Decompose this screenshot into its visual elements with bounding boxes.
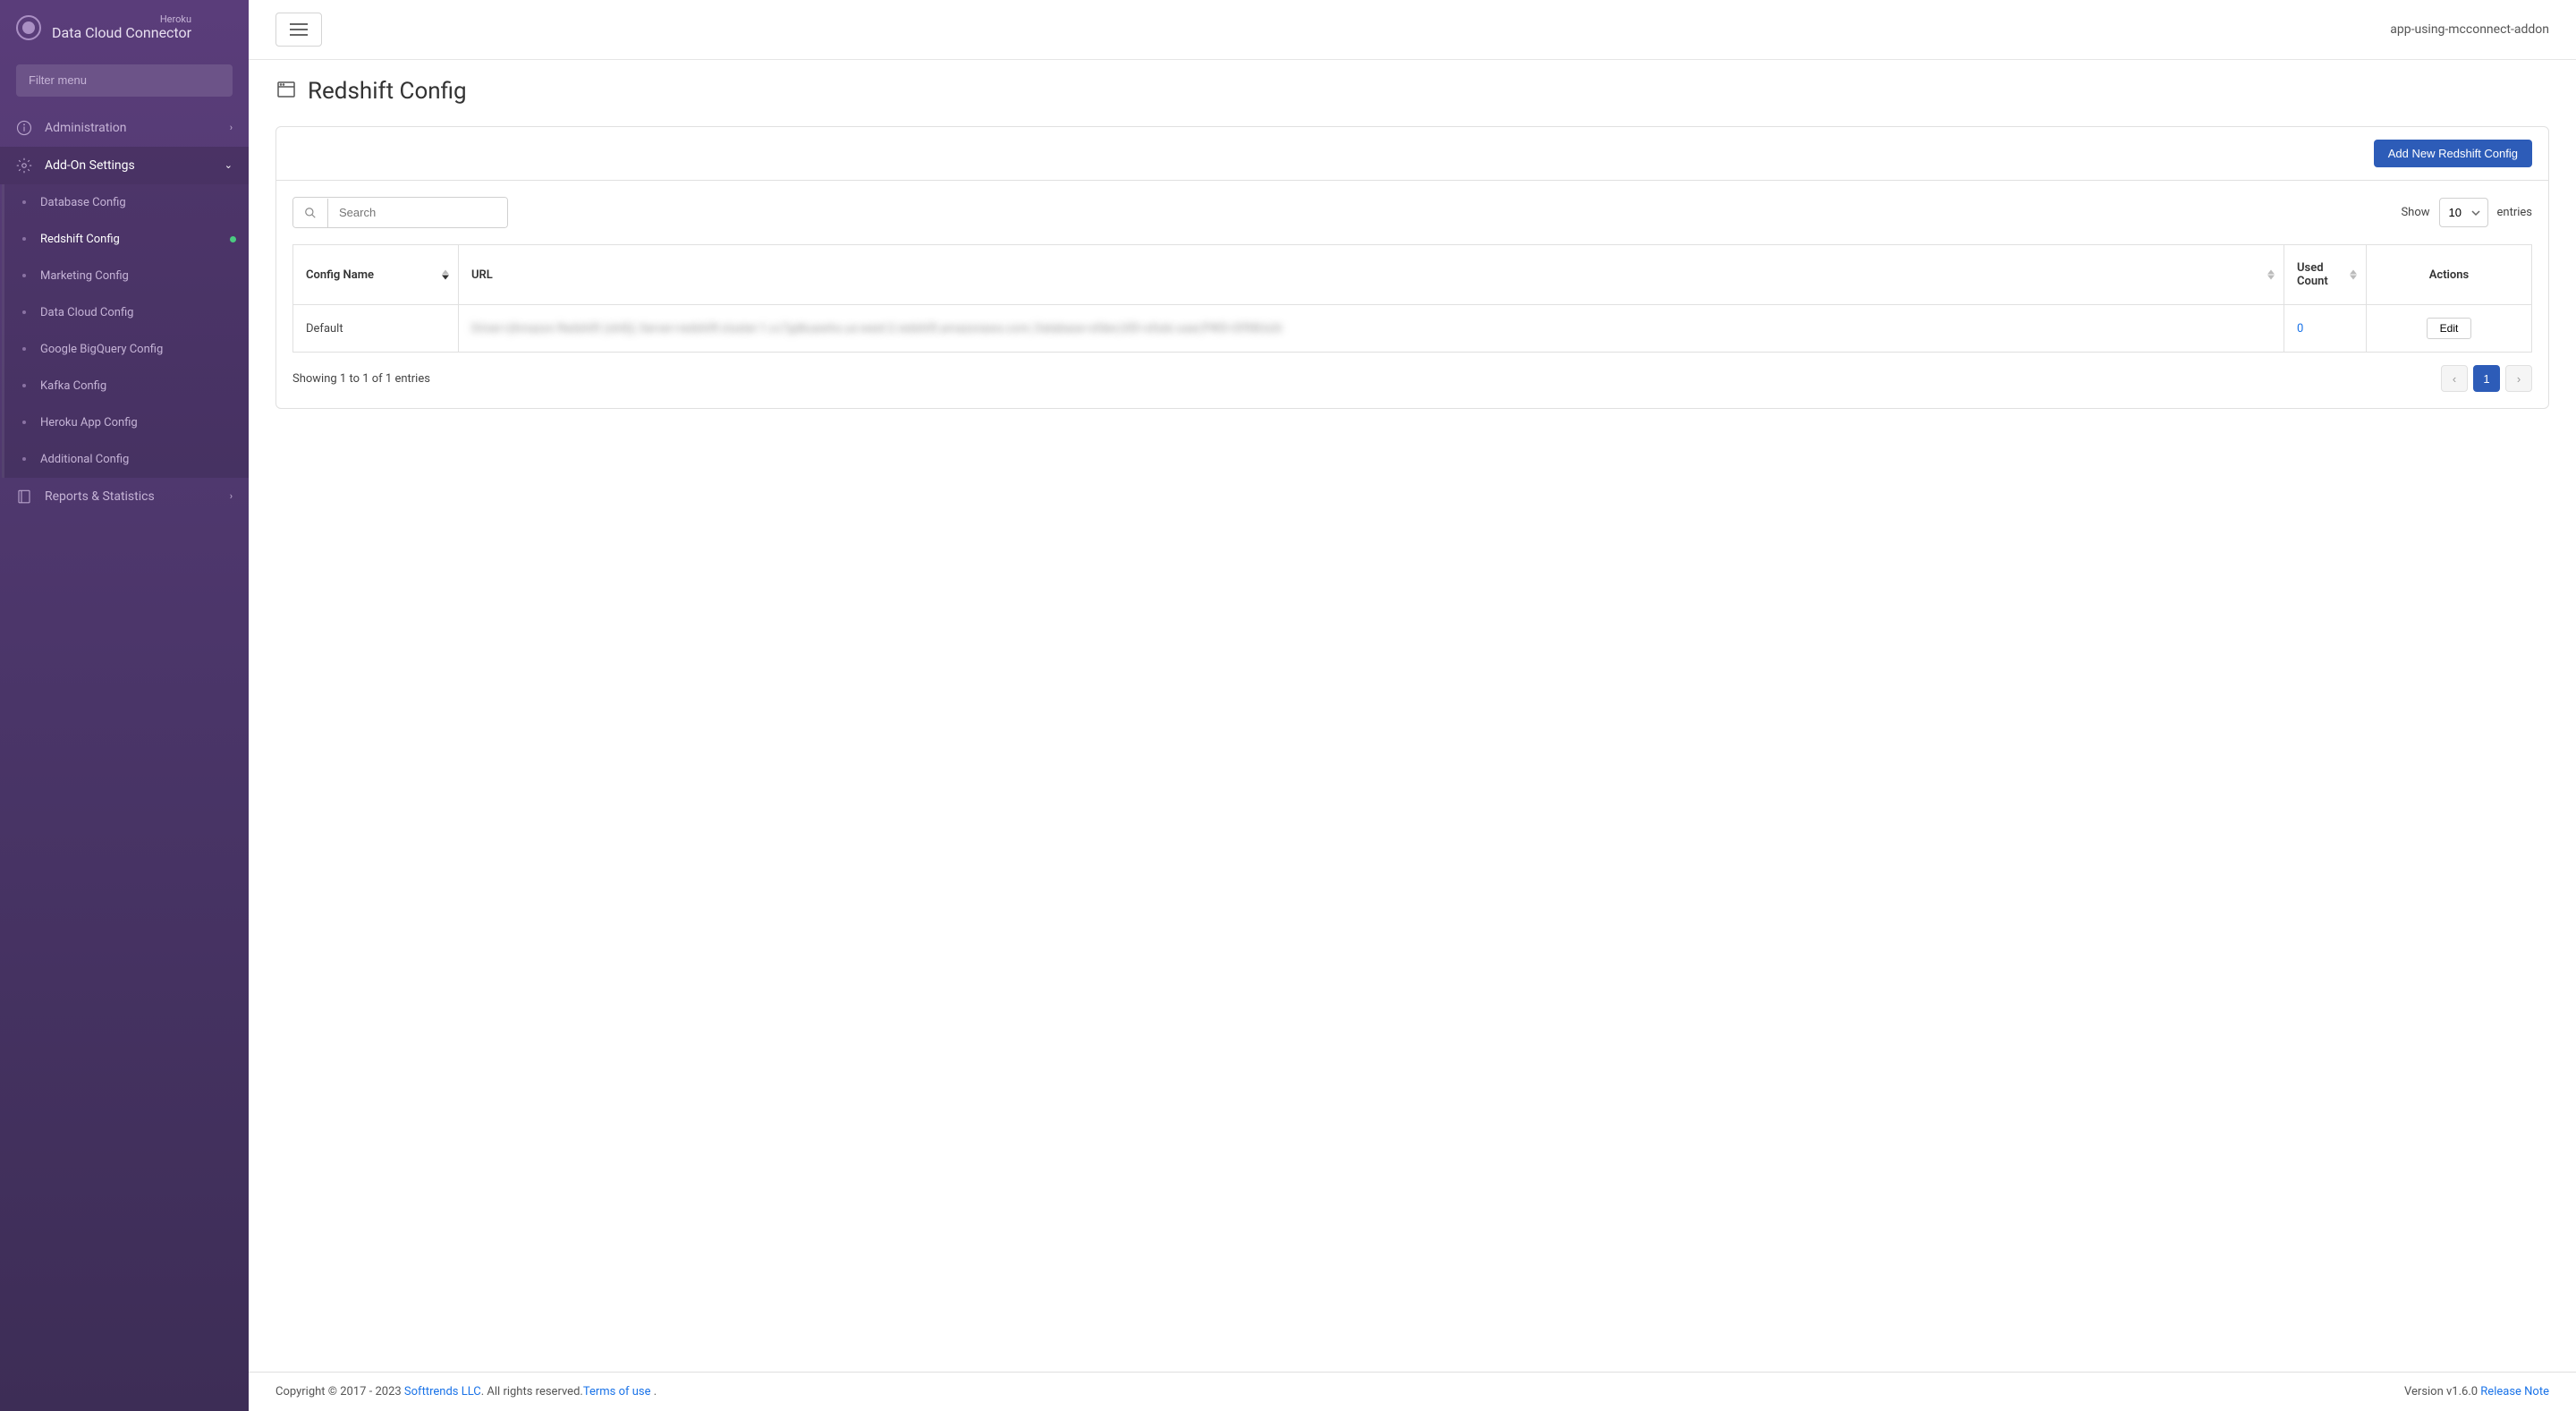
- subnav-heroku-app-config[interactable]: Heroku App Config: [4, 404, 249, 441]
- sidebar: Heroku Data Cloud Connector Administrati…: [0, 0, 249, 1411]
- chevron-right-icon: ›: [230, 490, 233, 502]
- chevron-left-icon: ‹: [2453, 372, 2456, 386]
- brand-header: Heroku Data Cloud Connector: [0, 0, 249, 55]
- company-link[interactable]: Softtrends LLC: [404, 1385, 481, 1398]
- addon-subnav: Database Config Redshift Config Marketin…: [2, 184, 249, 478]
- footer-version: Version v1.6.0 Release Note: [2404, 1385, 2549, 1398]
- subnav-label: Data Cloud Config: [40, 306, 133, 319]
- sort-icon: [2350, 270, 2357, 280]
- gear-icon: [16, 157, 32, 174]
- app-name-label: app-using-mcconnect-addon: [2390, 22, 2549, 37]
- chevron-right-icon: ›: [2517, 372, 2521, 386]
- subnav-kafka-config[interactable]: Kafka Config: [4, 368, 249, 404]
- col-actions: Actions: [2367, 245, 2532, 305]
- info-icon: [16, 120, 32, 136]
- page-title-row: Redshift Config: [275, 78, 2549, 105]
- table-header-row: Config Name URL Used Count: [293, 245, 2532, 305]
- page-size-select[interactable]: 10: [2439, 198, 2488, 227]
- search-group: [292, 197, 508, 228]
- terms-link[interactable]: Terms of use: [583, 1385, 651, 1398]
- sort-icon: [442, 270, 449, 280]
- topbar: app-using-mcconnect-addon: [249, 0, 2576, 60]
- window-icon: [275, 79, 297, 104]
- col-used-count[interactable]: Used Count: [2284, 245, 2367, 305]
- nav-label: Reports & Statistics: [45, 489, 217, 504]
- cell-url: Driver={Amazon Redshift (x64)}; Server=r…: [459, 305, 2284, 353]
- release-note-link[interactable]: Release Note: [2480, 1385, 2549, 1398]
- subnav-label: Google BigQuery Config: [40, 343, 163, 356]
- subnav-label: Kafka Config: [40, 379, 106, 393]
- entries-label: entries: [2497, 206, 2533, 219]
- page-size-group: Show 10 entries: [2401, 198, 2532, 227]
- nav-label: Administration: [45, 121, 217, 135]
- subnav-label: Additional Config: [40, 453, 129, 466]
- page-prev-button[interactable]: ‹: [2441, 365, 2468, 392]
- cell-used-count: 0: [2284, 305, 2367, 353]
- nav-administration[interactable]: Administration ›: [0, 109, 249, 147]
- cell-config-name: Default: [293, 305, 459, 353]
- chevron-right-icon: ›: [230, 122, 233, 133]
- subnav-label: Heroku App Config: [40, 416, 138, 429]
- page-title: Redshift Config: [308, 78, 467, 105]
- filter-menu-input[interactable]: [29, 73, 220, 87]
- card-header: Add New Redshift Config: [276, 127, 2548, 181]
- footer-copyright: Copyright © 2017 - 2023 Softtrends LLC. …: [275, 1385, 657, 1398]
- filter-menu-box[interactable]: [16, 64, 233, 97]
- brand-text: Heroku Data Cloud Connector: [52, 14, 191, 41]
- brand-large: Data Cloud Connector: [52, 25, 191, 41]
- page-next-button[interactable]: ›: [2505, 365, 2532, 392]
- show-label: Show: [2401, 206, 2429, 219]
- hamburger-icon: [290, 23, 308, 36]
- content: Redshift Config Add New Redshift Config …: [249, 60, 2576, 1372]
- subnav-marketing-config[interactable]: Marketing Config: [4, 258, 249, 294]
- subnav-bigquery-config[interactable]: Google BigQuery Config: [4, 331, 249, 368]
- table-footer: Showing 1 to 1 of 1 entries ‹ 1 ›: [292, 365, 2532, 392]
- table-row: Default Driver={Amazon Redshift (x64)}; …: [293, 305, 2532, 353]
- book-icon: [16, 489, 32, 505]
- nav-reports[interactable]: Reports & Statistics ›: [0, 478, 249, 515]
- config-card: Add New Redshift Config Show 10: [275, 126, 2549, 409]
- search-icon: [293, 199, 328, 227]
- subnav-label: Database Config: [40, 196, 126, 209]
- subnav-label: Marketing Config: [40, 269, 129, 283]
- subnav-label: Redshift Config: [40, 233, 120, 246]
- cell-actions: Edit: [2367, 305, 2532, 353]
- subnav-redshift-config[interactable]: Redshift Config: [4, 221, 249, 258]
- sort-icon: [2267, 270, 2275, 280]
- col-url[interactable]: URL: [459, 245, 2284, 305]
- main-area: app-using-mcconnect-addon Redshift Confi…: [249, 0, 2576, 1411]
- search-input[interactable]: [328, 198, 507, 227]
- showing-text: Showing 1 to 1 of 1 entries: [292, 372, 430, 386]
- logo-icon: [16, 15, 41, 40]
- card-body: Show 10 entries Config Name: [276, 181, 2548, 408]
- count-link[interactable]: 0: [2297, 322, 2303, 336]
- table-controls: Show 10 entries: [292, 197, 2532, 228]
- pagination: ‹ 1 ›: [2441, 365, 2532, 392]
- subnav-additional-config[interactable]: Additional Config: [4, 441, 249, 478]
- edit-button[interactable]: Edit: [2427, 318, 2472, 339]
- nav-label: Add-On Settings: [45, 158, 212, 173]
- page-number-button[interactable]: 1: [2473, 365, 2500, 392]
- config-table: Config Name URL Used Count: [292, 244, 2532, 353]
- hamburger-button[interactable]: [275, 13, 322, 47]
- subnav-database-config[interactable]: Database Config: [4, 184, 249, 221]
- subnav-data-cloud-config[interactable]: Data Cloud Config: [4, 294, 249, 331]
- chevron-down-icon: ⌄: [225, 159, 233, 171]
- footer: Copyright © 2017 - 2023 Softtrends LLC. …: [249, 1372, 2576, 1411]
- nav-addon-settings[interactable]: Add-On Settings ⌄: [0, 147, 249, 184]
- add-config-button[interactable]: Add New Redshift Config: [2374, 140, 2532, 167]
- col-config-name[interactable]: Config Name: [293, 245, 459, 305]
